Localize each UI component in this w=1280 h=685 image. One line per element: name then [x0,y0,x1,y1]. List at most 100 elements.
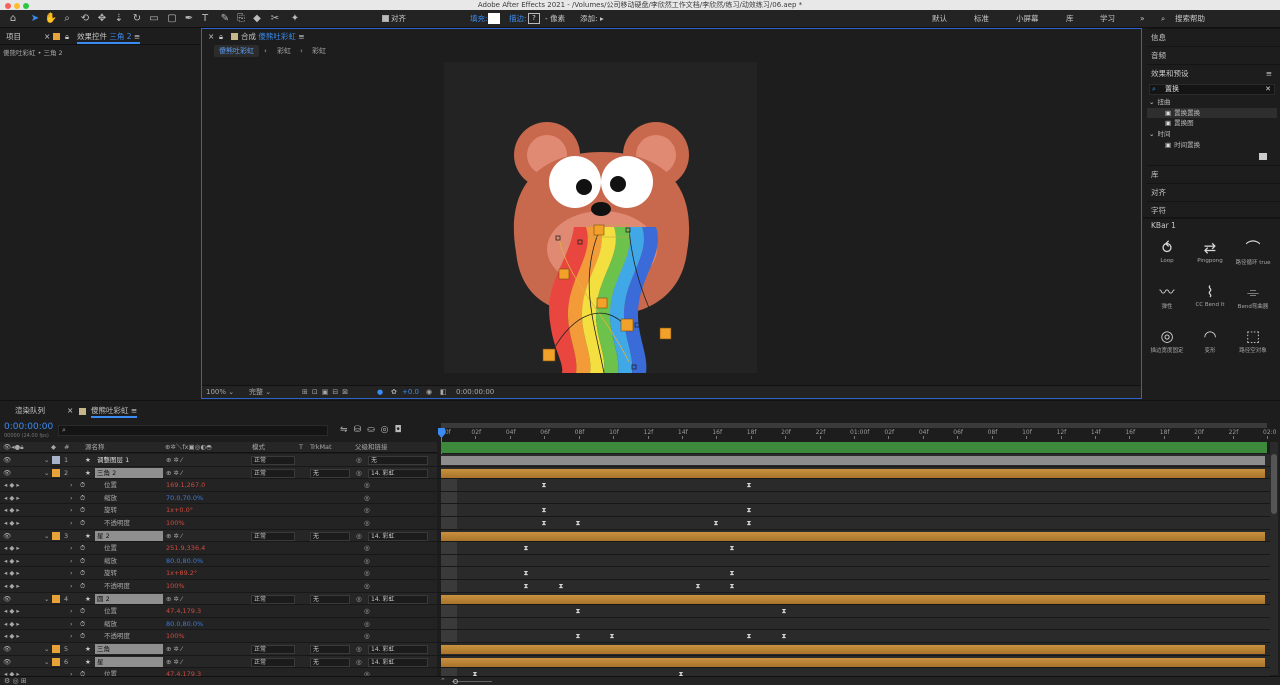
property-row[interactable]: ◂ ◆ ▸ › ⏱ 不透明度 100% ◎ ⧗ ⧗ ⧗ ⧗ [0,517,1270,530]
section-align[interactable]: 对齐 [1147,183,1280,202]
property-value[interactable]: 1x+0.0° [166,504,193,517]
panel-menu-icon[interactable]: ≡ [1266,65,1272,83]
close-window-icon[interactable] [5,3,11,9]
workspace-library[interactable]: 库 [1066,13,1074,25]
parent-dropdown[interactable]: 14. 彩虹 [368,468,428,478]
expand-chevron-icon[interactable]: › [70,555,73,568]
keyframe-nav-icon[interactable]: ◂ ◆ ▸ [4,580,20,593]
tab-project[interactable]: 项目 [6,30,21,44]
expand-chevron-icon[interactable]: ⌄ [44,530,49,543]
kbar-button-elastic[interactable]: 〰弹性 [1145,282,1189,310]
stopwatch-icon[interactable]: ⏱ [80,618,85,631]
expand-chevron-icon[interactable]: ⌄ [44,467,49,480]
trkmat-dropdown[interactable]: 无 [310,657,350,667]
keyframe-nav-icon[interactable]: ◂ ◆ ▸ [4,479,20,492]
kbar-title[interactable]: KBar 1 [1143,217,1280,233]
property-value[interactable]: 100% [166,630,185,643]
expand-chevron-icon[interactable]: ⌄ [44,454,49,467]
expand-chevron-icon[interactable]: › [70,605,73,618]
blend-mode-dropdown[interactable]: 正常 [251,456,295,465]
workspace-standard[interactable]: 标准 [974,13,989,25]
view-options-icons[interactable]: ⊞⊡▣⊟⊠ [302,387,352,398]
expand-chevron-icon[interactable]: › [70,517,73,530]
expression-icon[interactable]: ◎ [364,504,370,517]
property-value[interactable]: 169.1,267.0 [166,479,205,492]
blend-mode-dropdown[interactable]: 正常 [251,531,295,541]
trkmat-dropdown[interactable]: 无 [310,531,350,541]
layer-duration-bar[interactable] [441,456,1265,465]
keyframe-nav-icon[interactable]: ◂ ◆ ▸ [4,492,20,505]
expression-icon[interactable]: ◎ [364,479,370,492]
parent-pickwhip-icon[interactable]: ◎ [356,643,362,656]
stopwatch-icon[interactable]: ⏱ [80,555,85,568]
roto-icon[interactable]: ✂ [268,12,282,26]
pin-icon[interactable]: ✦ [288,12,302,26]
keyframe-icon[interactable]: ⧗ [746,632,752,640]
section-audio[interactable]: 音频 [1147,46,1280,65]
property-value[interactable]: 80.0,80.0% [166,618,203,631]
text-tool-icon[interactable]: T [198,12,212,26]
property-value[interactable]: 100% [166,517,185,530]
kbar-button-stroke-width[interactable]: ◎ 描边宽度固定 [1145,326,1189,354]
fill-label[interactable]: 填充: [470,13,488,25]
keyframe-icon[interactable]: ⧗ [781,632,787,640]
expression-icon[interactable]: ◎ [364,517,370,530]
expand-chevron-icon[interactable]: ⌄ [44,643,49,656]
workspace-small-screen[interactable]: 小屏幕 [1016,13,1039,25]
layer-row[interactable]: 👁︎ ⌄ 2 ★ 三角 2 ⊕ ✲ ⁄ 正常 无 ◎ 14. 彩虹 [0,466,1270,480]
keyframe-icon[interactable]: ⧗ [609,632,615,640]
parent-pickwhip-icon[interactable]: ◎ [356,530,362,543]
layer-row[interactable]: 👁︎ ⌄ 5 ★ 三角 ⊕ ✲ ⁄ 正常 无 ◎ 14. 彩虹 [0,643,1270,656]
comp-nav-current[interactable]: 傻熊吐彩虹 [214,45,259,57]
comp-timecode[interactable]: 0:00:00:00 [456,387,494,398]
keyframe-icon[interactable]: ⧗ [575,519,581,527]
keyframe-nav-icon[interactable]: ◂ ◆ ▸ [4,567,20,580]
exposure-value[interactable]: +0.0 [402,387,419,398]
expand-chevron-icon[interactable]: › [70,630,73,643]
kbar-button-loop[interactable]: ⥀ Loop [1145,238,1189,264]
stopwatch-icon[interactable]: ⏱ [80,567,85,580]
eraser-icon[interactable]: ◆ [250,12,264,26]
expand-chevron-icon[interactable]: ⌄ [44,593,49,606]
layer-switches[interactable]: ⊕ ✲ ⁄ [166,530,182,543]
exposure-icon[interactable]: ✿ [391,387,397,398]
add-label[interactable]: 添加: [580,13,598,25]
stroke-label[interactable]: 描边: [509,13,527,25]
keyframe-nav-icon[interactable]: ◂ ◆ ▸ [4,542,20,555]
layer-switches[interactable]: ⊕ ✲ ⁄ [166,454,182,467]
property-row[interactable]: ◂ ◆ ▸ › ⏱ 不透明度 100% ◎ ⧗ ⧗ ⧗ ⧗ [0,630,1270,643]
orbit-icon[interactable]: ⟲ [78,12,92,26]
keyframe-icon[interactable]: ⧗ [729,582,735,590]
expand-chevron-icon[interactable]: ⌄ [44,656,49,669]
property-row[interactable]: ◂ ◆ ▸ › ⏱ 位置 169.1,267.0 ◎ ⧗ ⧗ [0,479,1270,492]
stopwatch-icon[interactable]: ⏱ [80,504,85,517]
timeline-scroll-thumb[interactable] [1271,454,1277,514]
comp-tab[interactable]: 合成 傻熊吐彩虹 ≡ [241,30,305,44]
property-value[interactable]: 100% [166,580,185,593]
workspace-default[interactable]: 默认 [932,13,947,25]
parent-pickwhip-icon[interactable]: ◎ [356,454,362,467]
stopwatch-icon[interactable]: ⏱ [80,605,85,618]
layer-label-color[interactable] [52,594,60,603]
close-timeline-tab-icon[interactable]: × [67,404,73,418]
keyframe-nav-icon[interactable]: ◂ ◆ ▸ [4,517,20,530]
property-row[interactable]: ◂ ◆ ▸ › ⏱ 位置 251.9,336.4 ◎ ⧗ ⧗ [0,542,1270,555]
expression-icon[interactable]: ◎ [364,605,370,618]
trkmat-dropdown[interactable]: 无 [310,468,350,478]
property-value[interactable]: 80.0,80.0% [166,555,203,568]
keyframe-nav-icon[interactable]: ◂ ◆ ▸ [4,504,20,517]
parent-dropdown[interactable]: 14. 彩虹 [368,594,428,604]
keyframe-icon[interactable]: ⧗ [541,481,547,489]
expand-chevron-icon[interactable]: › [70,504,73,517]
zoom-icon[interactable]: ⌕ [60,12,74,26]
add-play-icon[interactable]: ▸ [600,13,604,25]
layer-name[interactable]: 星 2 [95,530,163,541]
layer-name[interactable]: 星 [95,656,163,667]
parent-pickwhip-icon[interactable]: ◎ [356,593,362,606]
clear-search-icon[interactable]: ✕ [1265,85,1271,94]
keyframe-icon[interactable]: ⧗ [729,569,735,577]
visibility-icon[interactable]: 👁︎ [3,593,11,606]
layer-duration-bar[interactable] [441,468,1265,478]
kbar-button-path-loop[interactable]: ⌒ 路径循环 true [1231,238,1275,266]
rotate-icon[interactable]: ↻ [130,12,144,26]
